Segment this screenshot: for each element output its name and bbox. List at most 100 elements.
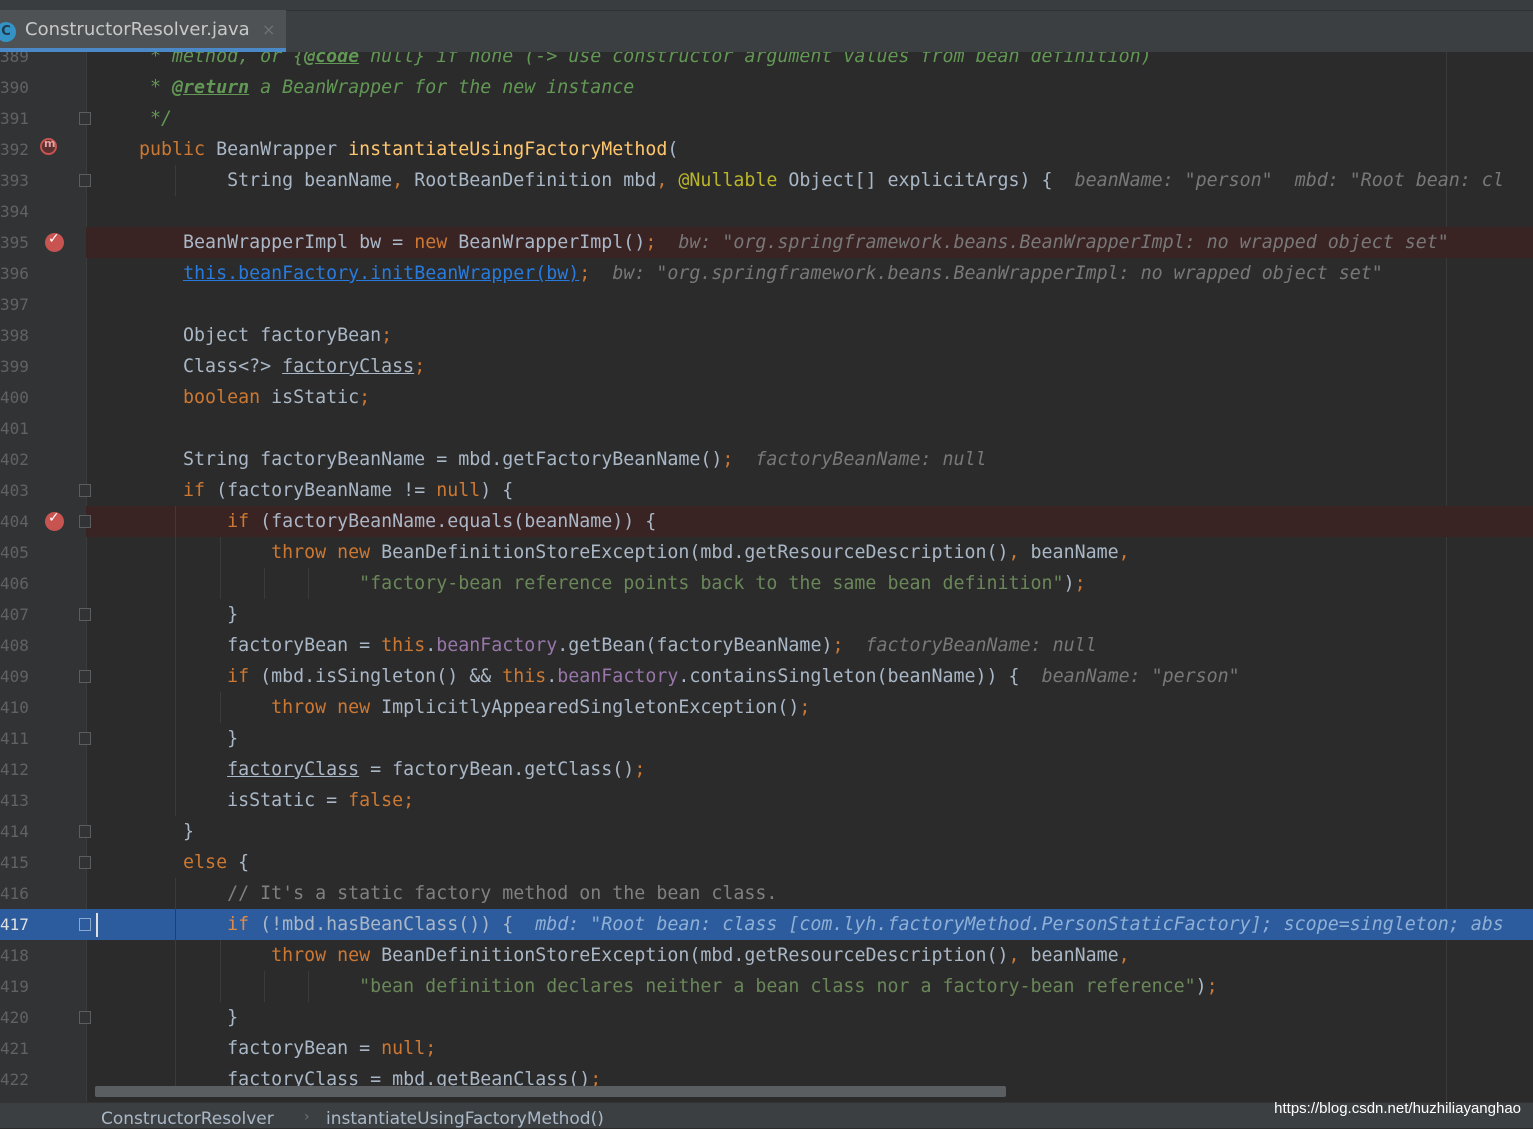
fold-marker-icon[interactable] — [79, 1011, 91, 1024]
code-line[interactable]: 415 else { — [0, 847, 1533, 878]
fold-marker-icon[interactable] — [79, 608, 91, 621]
code-line[interactable]: 391 */ — [0, 103, 1533, 134]
code-text[interactable]: else { — [95, 847, 249, 878]
fold-marker-icon[interactable] — [79, 918, 91, 931]
horizontal-scrollbar[interactable] — [95, 1086, 1006, 1097]
breakpoint-line[interactable]: 395 BeanWrapperImpl bw = new BeanWrapper… — [0, 227, 1533, 258]
code-line[interactable]: 420 } — [0, 1002, 1533, 1033]
code-text[interactable]: Class<?> factoryClass; — [95, 351, 425, 382]
code-line[interactable]: 407 } — [0, 599, 1533, 630]
code-text[interactable]: Object factoryBean; — [95, 320, 392, 351]
tab-constructor-resolver[interactable]: C ConstructorResolver.java × — [0, 10, 286, 52]
code-text[interactable]: } — [95, 599, 238, 630]
line-number[interactable]: 407 — [0, 599, 40, 630]
fold-marker-icon[interactable] — [79, 515, 91, 528]
code-line[interactable]: 412 factoryClass = factoryBean.getClass(… — [0, 754, 1533, 785]
code-line[interactable]: 401 — [0, 413, 1533, 444]
line-number[interactable]: 402 — [0, 444, 40, 475]
fold-marker-icon[interactable] — [79, 174, 91, 187]
code-line[interactable]: 394 — [0, 196, 1533, 227]
code-text[interactable]: BeanWrapperImpl bw = new BeanWrapperImpl… — [95, 227, 1449, 258]
close-tab-icon[interactable]: × — [262, 20, 275, 39]
line-number[interactable]: 397 — [0, 289, 40, 320]
line-number[interactable]: 401 — [0, 413, 40, 444]
code-text[interactable]: isStatic = false; — [95, 785, 414, 816]
line-number[interactable]: 418 — [0, 940, 40, 971]
line-number[interactable]: 419 — [0, 971, 40, 1002]
line-number[interactable]: 413 — [0, 785, 40, 816]
code-line[interactable]: 399 Class<?> factoryClass; — [0, 351, 1533, 382]
line-number[interactable]: 393 — [0, 165, 40, 196]
code-line[interactable]: 405 throw new BeanDefinitionStoreExcepti… — [0, 537, 1533, 568]
line-number[interactable]: 412 — [0, 754, 40, 785]
code-text[interactable]: */ — [95, 103, 172, 134]
code-text[interactable]: // It's a static factory method on the b… — [95, 878, 777, 909]
code-editor[interactable]: 389 * method, or {@code null} if none (-… — [0, 52, 1533, 1102]
line-number[interactable]: 390 — [0, 72, 40, 103]
line-number[interactable]: 421 — [0, 1033, 40, 1064]
fold-marker-icon[interactable] — [79, 670, 91, 683]
code-line[interactable]: 414 } — [0, 816, 1533, 847]
code-line[interactable]: 411 } — [0, 723, 1533, 754]
code-text[interactable]: factoryBean = null; — [95, 1033, 436, 1064]
code-line[interactable]: 396 this.beanFactory.initBeanWrapper(bw)… — [0, 258, 1533, 289]
line-number[interactable]: 391 — [0, 103, 40, 134]
code-line[interactable]: 409 if (mbd.isSingleton() && this.beanFa… — [0, 661, 1533, 692]
breakpoint-icon[interactable] — [45, 510, 64, 531]
line-number[interactable]: 409 — [0, 661, 40, 692]
line-number[interactable]: 403 — [0, 475, 40, 506]
code-text[interactable]: } — [95, 1002, 238, 1033]
code-line[interactable]: 393 String beanName, RootBeanDefinition … — [0, 165, 1533, 196]
current-execution-line[interactable]: 417 if (!mbd.hasBeanClass()) { mbd: "Roo… — [0, 909, 1533, 940]
code-line[interactable]: 392 public BeanWrapper instantiateUsingF… — [0, 134, 1533, 165]
code-text[interactable]: * method, or {@code null} if none (-> us… — [95, 52, 1152, 72]
breadcrumb-method[interactable]: instantiateUsingFactoryMethod() — [326, 1109, 604, 1129]
code-line[interactable]: 418 throw new BeanDefinitionStoreExcepti… — [0, 940, 1533, 971]
line-number[interactable]: 411 — [0, 723, 40, 754]
code-text[interactable]: factoryClass = factoryBean.getClass(); — [95, 754, 645, 785]
code-text[interactable]: "factory-bean reference points back to t… — [95, 568, 1085, 599]
line-number[interactable]: 410 — [0, 692, 40, 723]
code-text[interactable]: boolean isStatic; — [95, 382, 370, 413]
fold-marker-icon[interactable] — [79, 825, 91, 838]
line-number[interactable]: 404 — [0, 506, 40, 537]
code-text[interactable]: this.beanFactory.initBeanWrapper(bw); bw… — [95, 258, 1383, 289]
code-text[interactable]: } — [95, 723, 238, 754]
fold-marker-icon[interactable] — [79, 856, 91, 869]
line-number[interactable]: 422 — [0, 1064, 40, 1095]
line-number[interactable]: 398 — [0, 320, 40, 351]
line-number[interactable]: 415 — [0, 847, 40, 878]
code-line[interactable]: 408 factoryBean = this.beanFactory.getBe… — [0, 630, 1533, 661]
breadcrumb-class[interactable]: ConstructorResolver — [101, 1109, 274, 1129]
breakpoint-icon[interactable] — [45, 231, 64, 252]
code-line[interactable]: 390 * @return a BeanWrapper for the new … — [0, 72, 1533, 103]
fold-marker-icon[interactable] — [79, 112, 91, 125]
line-number[interactable]: 417 — [0, 909, 40, 940]
code-text[interactable]: String factoryBeanName = mbd.getFactoryB… — [95, 444, 986, 475]
code-text[interactable]: public BeanWrapper instantiateUsingFacto… — [95, 134, 678, 165]
code-line[interactable]: 397 — [0, 289, 1533, 320]
line-number[interactable]: 416 — [0, 878, 40, 909]
line-number[interactable]: 420 — [0, 1002, 40, 1033]
code-line[interactable]: 413 isStatic = false; — [0, 785, 1533, 816]
code-text[interactable]: throw new BeanDefinitionStoreException(m… — [95, 537, 1130, 568]
code-line[interactable]: 406 "factory-bean reference points back … — [0, 568, 1533, 599]
code-text[interactable]: if (mbd.isSingleton() && this.beanFactor… — [95, 661, 1240, 692]
code-line[interactable]: 400 boolean isStatic; — [0, 382, 1533, 413]
code-line[interactable]: 389 * method, or {@code null} if none (-… — [0, 52, 1533, 72]
code-text[interactable]: factoryBean = this.beanFactory.getBean(f… — [95, 630, 1097, 661]
line-number[interactable]: 406 — [0, 568, 40, 599]
code-text[interactable]: throw new BeanDefinitionStoreException(m… — [95, 940, 1130, 971]
code-text[interactable]: throw new ImplicitlyAppearedSingletonExc… — [95, 692, 810, 723]
code-text[interactable]: if (factoryBeanName.equals(beanName)) { — [95, 506, 656, 537]
code-line[interactable]: 419 "bean definition declares neither a … — [0, 971, 1533, 1002]
line-number[interactable]: 389 — [0, 52, 40, 72]
line-number[interactable]: 414 — [0, 816, 40, 847]
code-line[interactable]: 410 throw new ImplicitlyAppearedSingleto… — [0, 692, 1533, 723]
code-line[interactable]: 416 // It's a static factory method on t… — [0, 878, 1533, 909]
breakpoint-line[interactable]: 404 if (factoryBeanName.equals(beanName)… — [0, 506, 1533, 537]
line-number[interactable]: 405 — [0, 537, 40, 568]
code-text[interactable]: } — [95, 816, 194, 847]
code-text[interactable]: "bean definition declares neither a bean… — [95, 971, 1218, 1002]
line-number[interactable]: 400 — [0, 382, 40, 413]
